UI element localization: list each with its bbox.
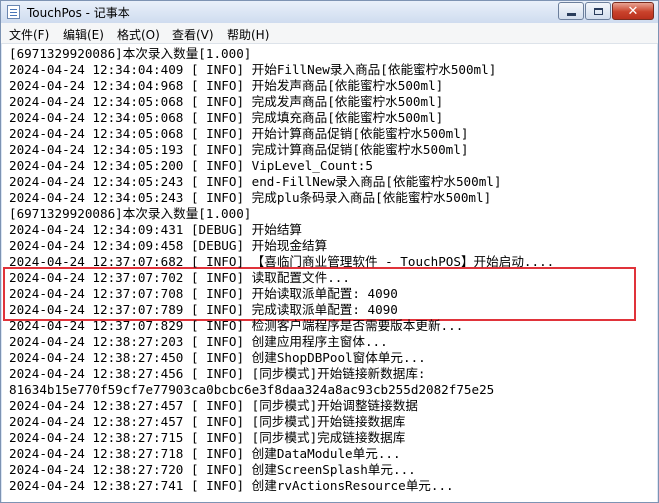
window-title: TouchPos - 记事本: [27, 6, 130, 20]
text-line[interactable]: 2024-04-24 12:34:05:193 [ INFO] 完成计算商品促销…: [9, 142, 468, 158]
text-line[interactable]: 2024-04-24 12:34:09:431 [DEBUG] 开始结算: [9, 222, 302, 238]
title-bar[interactable]: TouchPos - 记事本 ✕: [1, 1, 658, 23]
window-controls: ✕: [557, 2, 654, 20]
maximize-icon: [593, 7, 603, 15]
notepad-icon[interactable]: [7, 5, 20, 19]
close-button[interactable]: ✕: [612, 2, 654, 20]
text-line[interactable]: 81634b15e770f59cf7e77903ca0bcbc6e3f8daa3…: [9, 382, 494, 398]
text-line[interactable]: 2024-04-24 12:34:04:409 [ INFO] 开始FillNe…: [9, 62, 496, 78]
maximize-button[interactable]: [585, 2, 611, 20]
text-line[interactable]: 2024-04-24 12:34:09:458 [DEBUG] 开始现金结算: [9, 238, 327, 254]
text-line[interactable]: 2024-04-24 12:34:05:068 [ INFO] 完成填充商品[依…: [9, 110, 443, 126]
text-editor[interactable]: [6971329920086]本次录入数量[1.000] 2024-04-24 1…: [2, 44, 657, 502]
text-line[interactable]: 2024-04-24 12:38:27:457 [ INFO] [同步模式]开始…: [9, 398, 418, 414]
minimize-icon: [566, 12, 576, 16]
text-line[interactable]: [6971329920086]本次录入数量[1.000]: [9, 206, 251, 222]
menu-file[interactable]: 文件(F): [9, 26, 49, 43]
text-line[interactable]: 2024-04-24 12:38:27:456 [ INFO] [同步模式]开始…: [9, 366, 426, 382]
text-line[interactable]: [6971329920086]本次录入数量[1.000]: [9, 46, 251, 62]
text-line[interactable]: 2024-04-24 12:37:07:789 [ INFO] 完成读取派单配置…: [9, 302, 398, 318]
menu-format[interactable]: 格式(O): [117, 26, 160, 43]
text-line[interactable]: 2024-04-24 12:34:04:968 [ INFO] 开始发声商品[依…: [9, 78, 443, 94]
text-line[interactable]: 2024-04-24 12:38:27:718 [ INFO] 创建DataMo…: [9, 446, 401, 462]
text-line[interactable]: 2024-04-24 12:34:05:243 [ INFO] 完成plu条码录…: [9, 190, 491, 206]
menu-view[interactable]: 查看(V): [172, 26, 214, 43]
text-line[interactable]: 2024-04-24 12:34:05:243 [ INFO] end-Fill…: [9, 174, 501, 190]
menu-bar: 文件(F) 编辑(E) 格式(O) 查看(V) 帮助(H): [1, 23, 658, 44]
menu-help[interactable]: 帮助(H): [227, 26, 269, 43]
text-line[interactable]: 2024-04-24 12:38:27:720 [ INFO] 创建Screen…: [9, 462, 416, 478]
text-line[interactable]: 2024-04-24 12:38:27:203 [ INFO] 创建应用程序主窗…: [9, 334, 388, 350]
text-line[interactable]: 2024-04-24 12:38:27:715 [ INFO] [同步模式]完成…: [9, 430, 405, 446]
minimize-button[interactable]: [558, 2, 584, 20]
text-line[interactable]: 2024-04-24 12:37:07:829 [ INFO] 检测客户端程序是…: [9, 318, 463, 334]
text-line[interactable]: 2024-04-24 12:34:05:200 [ INFO] VipLevel…: [9, 158, 373, 174]
text-line[interactable]: 2024-04-24 12:34:05:068 [ INFO] 完成发声商品[依…: [9, 94, 443, 110]
notepad-window: TouchPos - 记事本 ✕ 文件(F) 编辑(E) 格式(O) 查看(V)…: [0, 0, 659, 503]
text-line[interactable]: 2024-04-24 12:38:27:450 [ INFO] 创建ShopDB…: [9, 350, 426, 366]
text-line[interactable]: 2024-04-24 12:38:27:741 [ INFO] 创建rvActi…: [9, 478, 454, 494]
text-line[interactable]: 2024-04-24 12:37:07:682 [ INFO] 【喜临门商业管理…: [9, 254, 554, 270]
menu-edit[interactable]: 编辑(E): [63, 26, 104, 43]
text-line[interactable]: 2024-04-24 12:37:07:702 [ INFO] 读取配置文件..…: [9, 270, 350, 286]
close-icon: ✕: [627, 3, 639, 19]
text-line[interactable]: 2024-04-24 12:34:05:068 [ INFO] 开始计算商品促销…: [9, 126, 468, 142]
text-line[interactable]: 2024-04-24 12:38:27:457 [ INFO] [同步模式]开始…: [9, 414, 405, 430]
text-line[interactable]: 2024-04-24 12:37:07:708 [ INFO] 开始读取派单配置…: [9, 286, 398, 302]
